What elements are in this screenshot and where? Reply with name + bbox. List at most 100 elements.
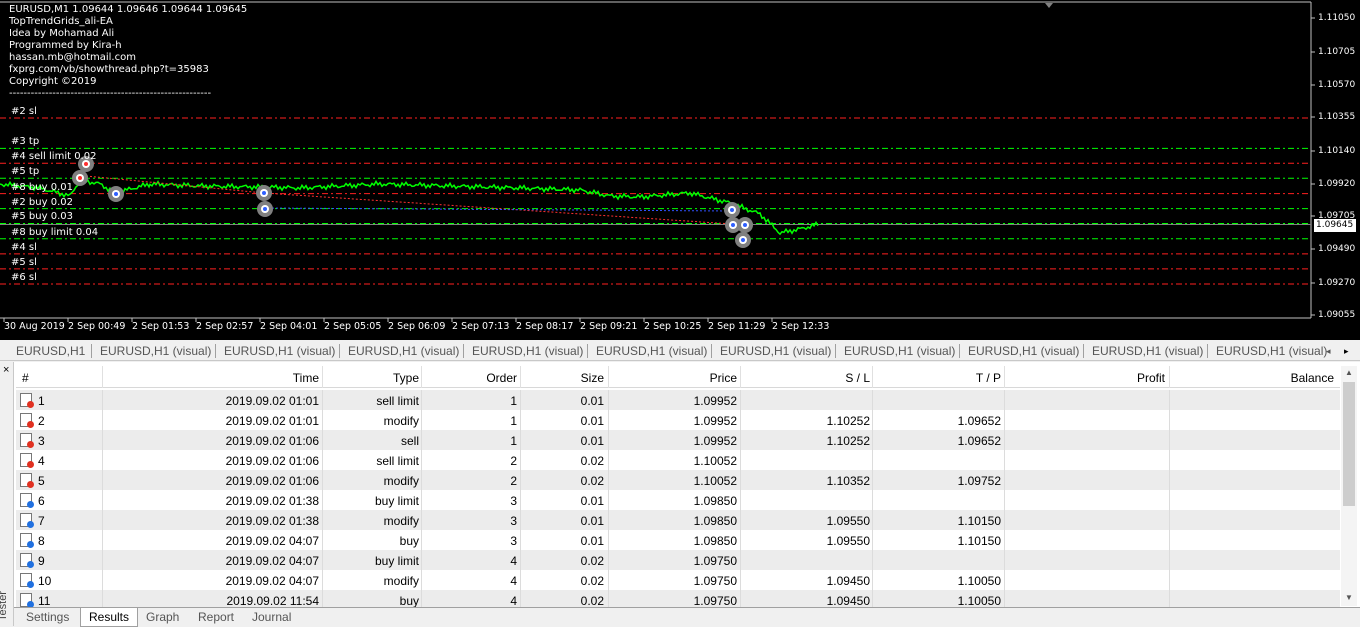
order-status-dot <box>27 441 34 448</box>
cell-sl: 1.10252 <box>826 434 870 448</box>
column-header[interactable]: Balance <box>1170 371 1334 385</box>
column-separator[interactable] <box>872 366 873 388</box>
cell-separator <box>102 550 103 570</box>
column-header[interactable]: S / L <box>741 371 870 385</box>
chart-tab[interactable]: EURUSD,H1 (visual) <box>100 344 211 358</box>
cell-n: 1 <box>38 394 45 408</box>
column-separator[interactable] <box>102 366 103 388</box>
tab-report[interactable]: Report <box>190 610 242 626</box>
cell-n: 4 <box>38 454 45 468</box>
cell-tp: 1.10150 <box>957 514 1001 528</box>
chart-tab[interactable]: EURUSD,H1 (visual) <box>596 344 707 358</box>
buy-order-icon <box>20 593 34 608</box>
price-axis-label: 1.11050 <box>1318 13 1356 23</box>
cell-separator <box>608 450 609 470</box>
tab-separator <box>1083 344 1084 358</box>
time-axis-label: 2 Sep 12:33 <box>772 321 830 332</box>
column-header[interactable]: # <box>22 371 102 385</box>
tab-scroll-right-icon[interactable]: ▸ <box>1344 346 1349 357</box>
column-header[interactable]: Time <box>103 371 319 385</box>
column-separator[interactable] <box>520 366 521 388</box>
column-header[interactable]: Profit <box>1005 371 1165 385</box>
cell-price: 1.09952 <box>693 434 737 448</box>
scrollbar-thumb[interactable] <box>1343 382 1355 506</box>
cell-separator <box>421 490 422 510</box>
scroll-up-icon[interactable]: ▲ <box>1345 368 1353 377</box>
chart-tab[interactable]: EURUSD,H1 (visual) <box>968 344 1079 358</box>
cell-separator <box>872 390 873 410</box>
chart-tab[interactable]: EURUSD,H1 (visual) <box>1216 344 1327 358</box>
cell-type: sell <box>400 434 419 448</box>
column-header[interactable]: T / P <box>873 371 1001 385</box>
cell-separator <box>740 550 741 570</box>
scroll-down-icon[interactable]: ▼ <box>1345 593 1353 602</box>
cell-separator <box>322 570 323 590</box>
cell-price: 1.09952 <box>693 394 737 408</box>
cell-separator <box>322 490 323 510</box>
tab-settings[interactable]: Settings <box>18 610 77 626</box>
cell-order: 3 <box>510 494 517 508</box>
table-row[interactable]: 2 2019.09.02 01:01 modify 1 0.01 1.09952 1.102… <box>16 410 1340 430</box>
table-row[interactable]: 6 2019.09.02 01:38 buy limit 3 0.01 1.09850 <box>16 490 1340 510</box>
close-icon[interactable]: × <box>3 364 9 376</box>
cell-separator <box>872 410 873 430</box>
cell-separator <box>102 510 103 530</box>
chart-shift-marker <box>1045 3 1053 8</box>
cell-separator <box>608 390 609 410</box>
chart-tab[interactable]: EURUSD,H1 (visual) <box>720 344 831 358</box>
table-row[interactable]: 7 2019.09.02 01:38 modify 3 0.01 1.09850 1.095… <box>16 510 1340 530</box>
cell-separator <box>520 490 521 510</box>
cell-tp: 1.09752 <box>957 474 1001 488</box>
cell-sl: 1.09450 <box>826 594 870 608</box>
current-price-badge: 1.09645 <box>1314 219 1356 232</box>
column-separator[interactable] <box>1169 366 1170 388</box>
cell-separator <box>102 470 103 490</box>
cell-size: 0.01 <box>580 534 604 548</box>
cell-separator <box>1004 510 1005 530</box>
tab-scroll-left-icon[interactable]: ◂ <box>1326 346 1331 357</box>
cell-order: 4 <box>510 574 517 588</box>
cell-separator <box>520 470 521 490</box>
chart-tab[interactable]: EURUSD,H1 (visual) <box>844 344 955 358</box>
column-separator[interactable] <box>740 366 741 388</box>
table-row[interactable]: 10 2019.09.02 04:07 modify 4 0.02 1.09750 1.09… <box>16 570 1340 590</box>
table-row[interactable]: 1 2019.09.02 01:01 sell limit 1 0.01 1.09952 <box>16 390 1340 410</box>
cell-separator <box>322 390 323 410</box>
column-separator[interactable] <box>1004 366 1005 388</box>
chart-tab[interactable]: EURUSD,H1 (visual) <box>348 344 459 358</box>
cell-order: 3 <box>510 534 517 548</box>
cell-separator <box>872 570 873 590</box>
cell-time: 2019.09.02 11:54 <box>226 594 319 608</box>
chart-info-line: Copyright ©2019 <box>9 76 97 87</box>
table-row[interactable]: 5 2019.09.02 01:06 modify 2 0.02 1.10052 1.103… <box>16 470 1340 490</box>
time-axis-label: 2 Sep 07:13 <box>452 321 510 332</box>
column-separator[interactable] <box>608 366 609 388</box>
column-header[interactable]: Order <box>422 371 517 385</box>
cell-separator <box>520 450 521 470</box>
column-separator[interactable] <box>421 366 422 388</box>
table-row[interactable]: 9 2019.09.02 04:07 buy limit 4 0.02 1.09750 <box>16 550 1340 570</box>
table-row[interactable]: 3 2019.09.02 01:06 sell 1 0.01 1.09952 1.10252… <box>16 430 1340 450</box>
trade-marker-dot <box>730 208 734 212</box>
chart-tab[interactable]: EURUSD,H1 (visual) <box>1092 344 1203 358</box>
tab-results[interactable]: Results <box>80 608 139 627</box>
price-chart[interactable]: EURUSD,M1 1.09644 1.09646 1.09644 1.0964… <box>0 0 1360 340</box>
column-header[interactable]: Size <box>521 371 604 385</box>
tab-graph[interactable]: Graph <box>138 610 187 626</box>
chart-tab[interactable]: EURUSD,H1 (visual) <box>472 344 583 358</box>
chart-tab[interactable]: EURUSD,H1 <box>16 344 85 358</box>
cell-separator <box>740 490 741 510</box>
tab-journal[interactable]: Journal <box>244 610 299 626</box>
column-separator[interactable] <box>322 366 323 388</box>
order-status-dot <box>27 421 34 428</box>
table-row[interactable]: 8 2019.09.02 04:07 buy 3 0.01 1.09850 1.09550 1… <box>16 530 1340 550</box>
table-row[interactable]: 4 2019.09.02 01:06 sell limit 2 0.02 1.10052 <box>16 450 1340 470</box>
cell-order: 1 <box>510 434 517 448</box>
cell-separator <box>1004 430 1005 450</box>
chart-tab[interactable]: EURUSD,H1 (visual) <box>224 344 335 358</box>
column-header[interactable]: Type <box>323 371 419 385</box>
tab-separator <box>215 344 216 358</box>
cell-type: modify <box>383 574 419 588</box>
column-header[interactable]: Price <box>609 371 737 385</box>
cell-type: modify <box>383 474 419 488</box>
